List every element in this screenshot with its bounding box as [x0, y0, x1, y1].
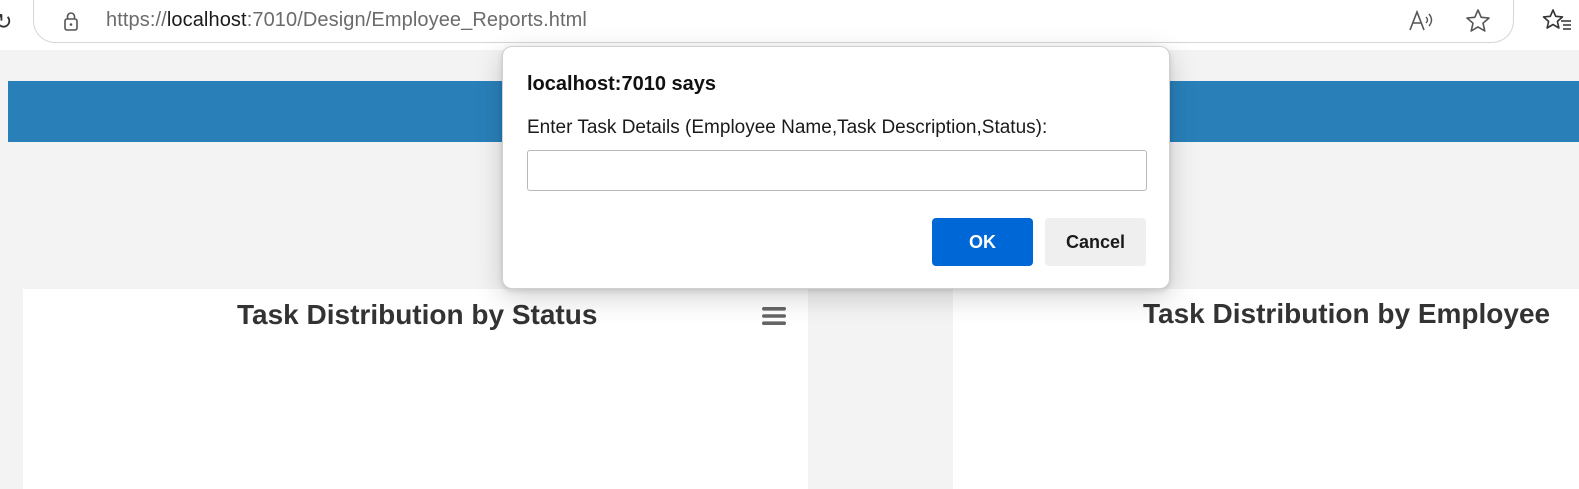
favorites-icon[interactable] [1542, 7, 1572, 35]
prompt-dialog: localhost:7010 says Enter Task Details (… [502, 46, 1170, 289]
dialog-message: Enter Task Details (Employee Name,Task D… [527, 117, 1048, 138]
ok-button[interactable]: OK [932, 218, 1033, 266]
read-aloud-icon[interactable] [1407, 8, 1435, 34]
back-icon[interactable]: ↻ [0, 9, 12, 35]
cancel-button[interactable]: Cancel [1045, 218, 1146, 266]
dialog-title: localhost:7010 says [527, 73, 716, 95]
url-path: :7010/Design/Employee_Reports.html [246, 9, 587, 31]
url-text[interactable]: https://localhost:7010/Design/Employee_R… [106, 9, 587, 32]
status-chart-card: Task Distribution by Status [23, 289, 808, 489]
employee-chart-card: Task Distribution by Employee [953, 289, 1579, 489]
browser-toolbar: ↻ https://localhost:7010/Design/Employee… [0, 0, 1579, 50]
lock-icon[interactable] [60, 10, 82, 32]
address-bar[interactable]: https://localhost:7010/Design/Employee_R… [33, 0, 1514, 43]
task-details-input[interactable] [527, 150, 1147, 191]
chart-menu-icon[interactable] [761, 305, 787, 327]
url-scheme: https:// [106, 9, 167, 31]
url-host: localhost [166, 9, 247, 31]
favorite-star-icon[interactable] [1464, 7, 1492, 35]
status-chart-title: Task Distribution by Status [237, 299, 598, 330]
employee-chart-title: Task Distribution by Employee [1143, 298, 1551, 329]
